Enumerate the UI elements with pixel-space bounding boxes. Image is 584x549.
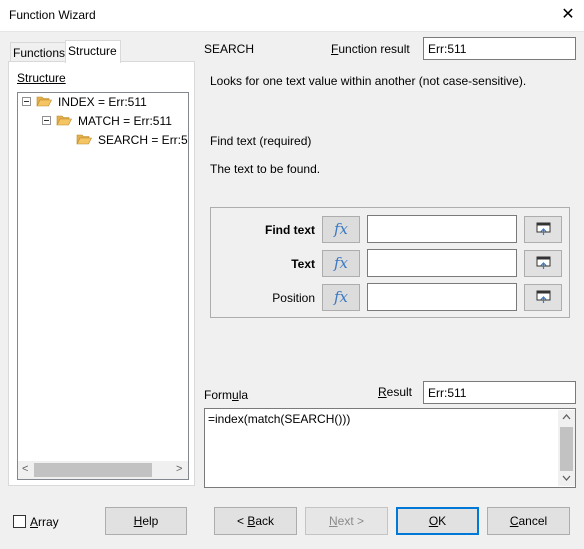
open-folder-icon — [76, 134, 92, 145]
fx-icon: fx — [333, 254, 348, 272]
array-label: Array — [30, 515, 59, 529]
fx-icon: fx — [333, 220, 348, 238]
fx-button[interactable]: fx — [322, 250, 360, 277]
argument-label-find-text: Find text — [265, 223, 315, 237]
tab-functions-label: Functions — [13, 46, 66, 60]
cancel-button[interactable]: Cancel — [487, 507, 570, 535]
title-bar: Function Wizard ✕ — [0, 0, 584, 32]
formula-text: =index(match(SEARCH())) — [208, 412, 351, 426]
next-button[interactable]: Next > — [305, 507, 388, 535]
collapse-icon[interactable] — [42, 116, 51, 125]
window-title: Function Wizard — [9, 8, 96, 22]
result-field: Err:511 — [423, 381, 576, 404]
ok-button[interactable]: OK — [396, 507, 479, 535]
function-result-value: Err:511 — [428, 42, 467, 56]
argument-label-text: Text — [291, 257, 315, 271]
tree-item-match[interactable]: MATCH = Err:511 — [78, 114, 172, 128]
scroll-up-icon[interactable] — [561, 412, 572, 422]
structure-tree[interactable] — [17, 92, 189, 480]
argument-label-position: Position — [272, 291, 315, 305]
structure-heading: Structure — [17, 71, 66, 85]
shrink-button[interactable] — [524, 216, 562, 243]
scroll-right-icon[interactable]: > — [176, 463, 182, 475]
fx-button[interactable]: fx — [322, 284, 360, 311]
scroll-left-icon[interactable]: < — [22, 463, 28, 475]
argument-input-text[interactable] — [367, 249, 517, 277]
fx-button[interactable]: fx — [322, 216, 360, 243]
open-folder-icon — [56, 115, 72, 126]
tree-item-search[interactable]: SEARCH = Err:511 — [98, 133, 188, 147]
scroll-down-icon[interactable] — [561, 473, 572, 483]
formula-editor[interactable]: =index(match(SEARCH())) — [204, 408, 576, 488]
argument-input-find-text[interactable] — [367, 215, 517, 243]
shrink-icon — [536, 256, 551, 269]
shrink-icon — [536, 290, 551, 303]
formula-label: Formula — [204, 388, 249, 402]
tab-structure-label: Structure — [68, 44, 117, 58]
tab-functions[interactable]: Functions — [10, 42, 66, 63]
function-result-field: Err:511 — [423, 37, 576, 60]
help-button[interactable]: Help — [105, 507, 187, 535]
shrink-button[interactable] — [524, 250, 562, 277]
close-icon[interactable]: ✕ — [557, 4, 579, 26]
tree-item-index[interactable]: INDEX = Err:511 — [58, 95, 147, 109]
scrollbar-thumb[interactable] — [560, 427, 573, 471]
shrink-icon — [536, 222, 551, 235]
function-description: Looks for one text value within another … — [210, 74, 527, 88]
tab-structure[interactable]: Structure — [65, 40, 121, 63]
scrollbar-thumb[interactable] — [34, 463, 152, 477]
parameter-description: The text to be found. — [210, 162, 321, 176]
function-name: SEARCH — [204, 42, 255, 56]
collapse-icon[interactable] — [22, 97, 31, 106]
open-folder-icon — [36, 96, 52, 107]
fx-icon: fx — [333, 288, 348, 306]
array-checkbox[interactable] — [13, 515, 26, 528]
back-button[interactable]: < Back — [214, 507, 297, 535]
shrink-button[interactable] — [524, 284, 562, 311]
argument-input-position[interactable] — [367, 283, 517, 311]
result-label: Result — [378, 385, 413, 399]
function-result-label: Function result — [331, 42, 410, 56]
parameter-title: Find text (required) — [210, 134, 312, 148]
result-value: Err:511 — [428, 386, 467, 400]
